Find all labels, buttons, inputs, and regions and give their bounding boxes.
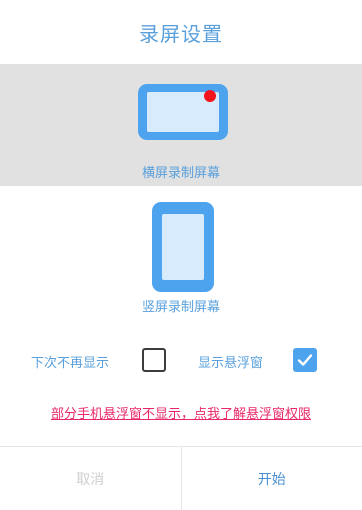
dont-show-again-label[interactable]: 下次不再显示 (31, 352, 109, 371)
dont-show-again-checkbox[interactable] (142, 348, 166, 372)
floating-permission-link[interactable]: 部分手机悬浮窗不显示，点我了解悬浮窗权限 (0, 403, 362, 422)
start-button[interactable]: 开始 (182, 447, 362, 510)
record-dot-icon (204, 90, 216, 102)
portrait-option-label: 竖屏录制屏幕 (141, 300, 220, 315)
record-settings-dialog: 录屏设置 横屏录制屏幕 竖屏录制屏幕 下次不再显示 显示悬浮窗 部分手机悬浮窗不… (0, 0, 362, 510)
portrait-screen-area (162, 214, 204, 280)
cancel-button[interactable]: 取消 (0, 447, 182, 510)
checkmark-icon (297, 354, 313, 366)
show-floating-window-label[interactable]: 显示悬浮窗 (198, 352, 263, 371)
landscape-record-option[interactable]: 横屏录制屏幕 (0, 64, 362, 186)
show-floating-window-checkbox[interactable] (293, 348, 317, 372)
landscape-screen-icon (138, 84, 228, 140)
options-row: 下次不再显示 显示悬浮窗 (0, 346, 362, 376)
landscape-option-label: 横屏录制屏幕 (141, 166, 220, 181)
portrait-screen-icon (152, 202, 214, 292)
portrait-record-option[interactable]: 竖屏录制屏幕 (0, 186, 362, 326)
dialog-title: 录屏设置 (139, 21, 223, 46)
dialog-footer: 取消 开始 (0, 446, 362, 510)
